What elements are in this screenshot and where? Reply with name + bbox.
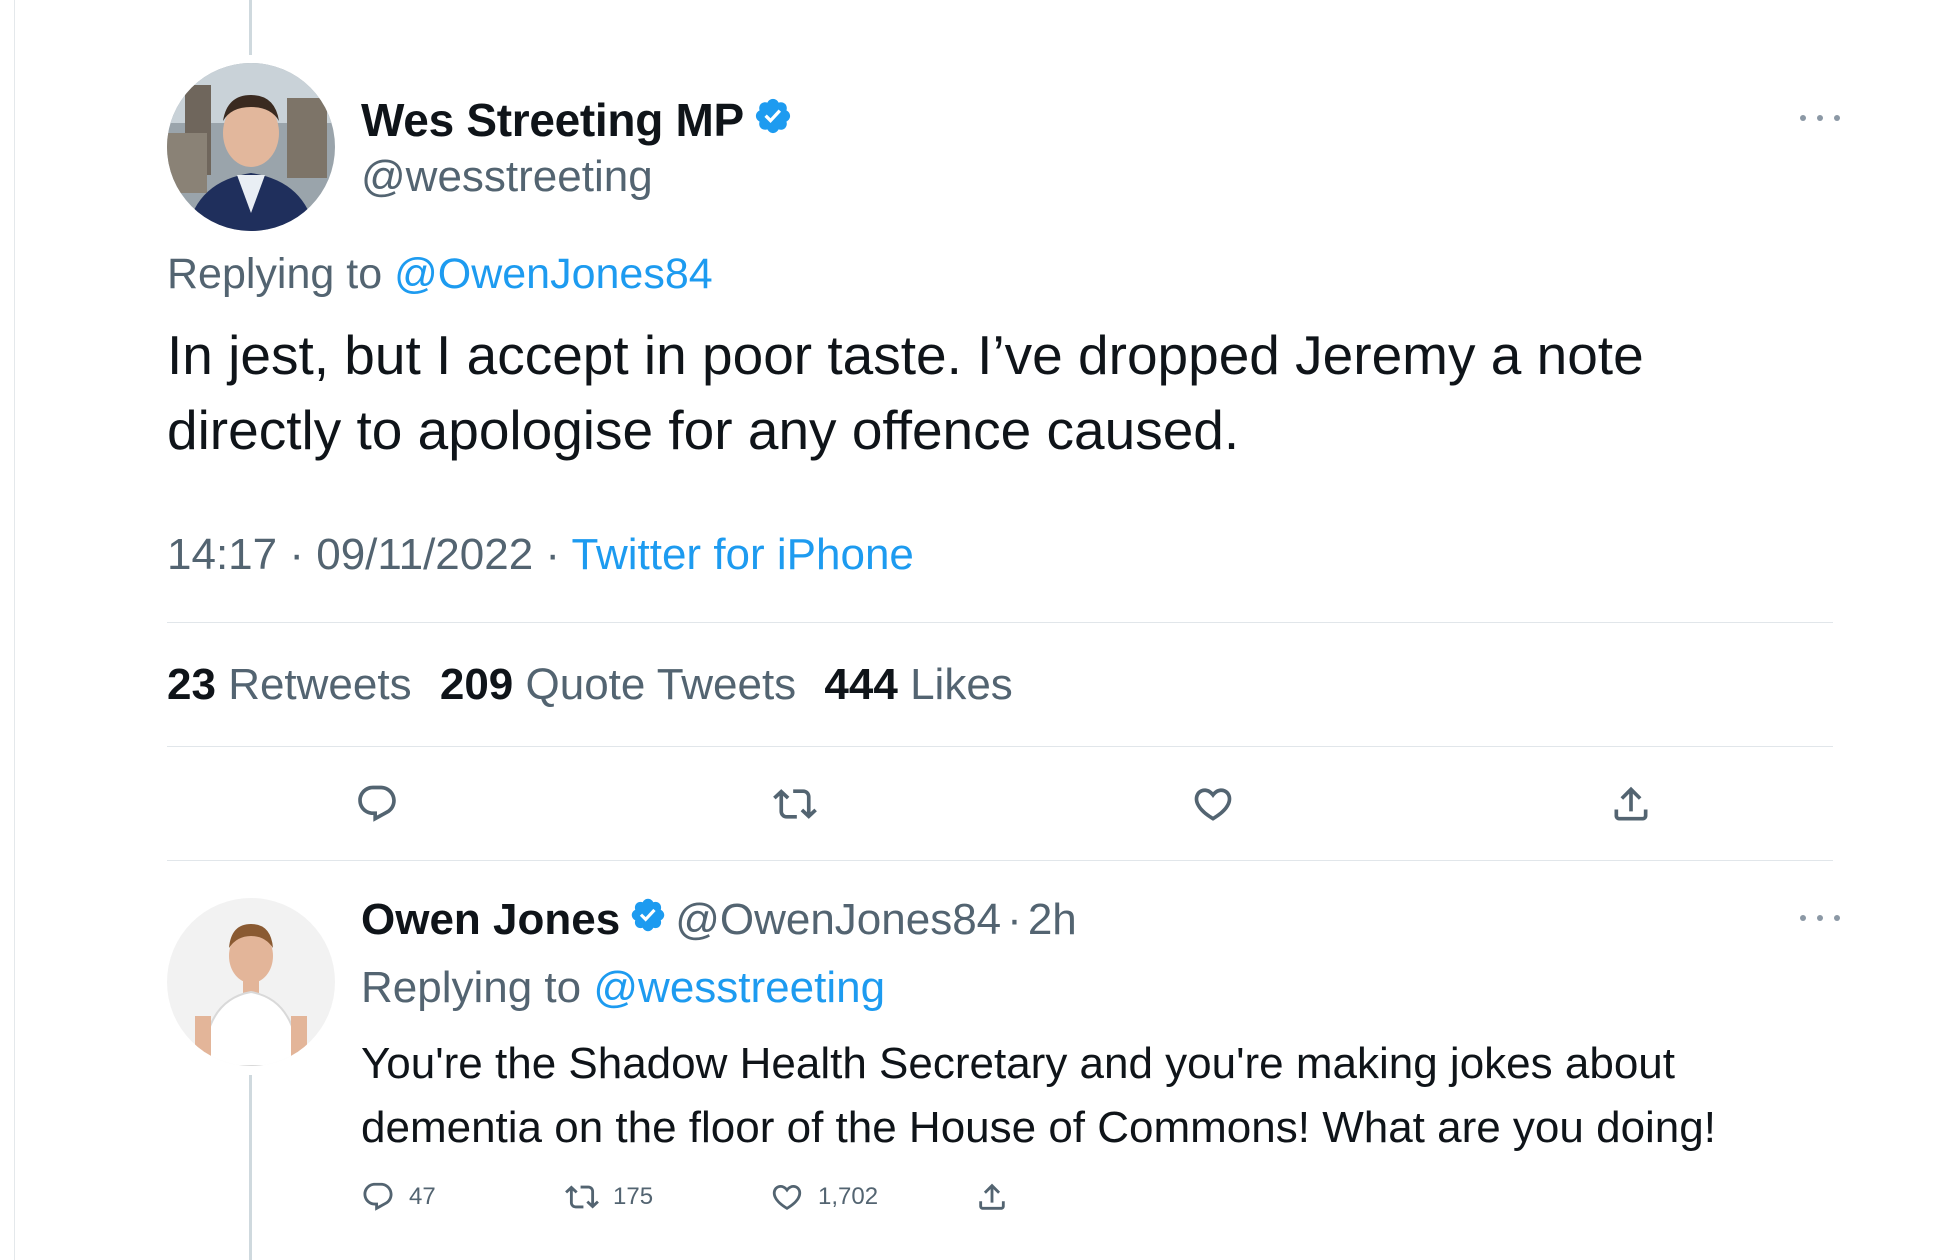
reply-author-avatar[interactable] [167, 898, 335, 1066]
heart-icon [772, 1184, 802, 1210]
reply-header: Owen Jones @OwenJones84 · 2h [361, 895, 1077, 945]
verified-badge-icon [629, 895, 667, 945]
verified-badge-icon [753, 93, 793, 147]
meta-separator: · [289, 530, 304, 579]
divider [167, 860, 1833, 861]
quote-tweets-stat[interactable]: 209 Quote Tweets [440, 660, 796, 709]
retweets-stat[interactable]: 23 Retweets [167, 660, 412, 709]
share-icon [979, 1183, 1005, 1210]
divider [167, 746, 1833, 747]
reply-icon [363, 1182, 393, 1211]
likes-stat[interactable]: 444 Likes [824, 660, 1012, 709]
author-name-row[interactable]: Wes Streeting MP [361, 93, 793, 147]
tweet-source[interactable]: Twitter for iPhone [572, 530, 914, 579]
reply-author-name[interactable]: Owen Jones [361, 895, 620, 945]
thread-connector-bottom [249, 1075, 252, 1260]
share-icon[interactable] [1609, 782, 1653, 826]
heart-icon[interactable] [1191, 782, 1235, 826]
replying-to-link[interactable]: @OwenJones84 [394, 250, 713, 298]
like-count: 1,702 [818, 1183, 879, 1210]
tweet-text: In jest, but I accept in poor taste. I’v… [167, 324, 1644, 461]
tweet-stats: 23 Retweets 209 Quote Tweets 444 Likes [167, 660, 1029, 710]
more-icon[interactable] [1800, 908, 1840, 928]
tweet-metadata: 14:17 · 09/11/2022 · Twitter for iPhone [167, 530, 914, 580]
timeline-border [14, 0, 15, 1260]
thread-connector-top [249, 0, 252, 55]
reply-icon[interactable] [355, 782, 399, 826]
retweet-count: 175 [613, 1183, 654, 1210]
replying-prefix: Replying to [361, 963, 582, 1012]
divider [167, 622, 1833, 623]
replying-to-line: Replying to @OwenJones84 [167, 250, 713, 299]
author-avatar[interactable] [167, 63, 335, 231]
tweet-time[interactable]: 14:17 [167, 530, 277, 579]
retweet-icon[interactable] [773, 782, 817, 826]
replying-to-link[interactable]: @wesstreeting [593, 963, 885, 1012]
reply-button[interactable]: 47 [361, 1180, 436, 1214]
more-icon[interactable] [1800, 108, 1840, 128]
like-button[interactable]: 1,702 [770, 1180, 878, 1214]
author-handle[interactable]: @wesstreeting [361, 152, 653, 202]
reply-timestamp[interactable]: 2h [1028, 895, 1077, 945]
reply-count: 47 [409, 1183, 436, 1210]
retweet-icon [565, 1185, 599, 1209]
share-button[interactable] [975, 1180, 1023, 1214]
reply-replying-to-line: Replying to @wesstreeting [361, 963, 885, 1013]
meta-separator: · [545, 530, 561, 579]
retweet-button[interactable]: 175 [565, 1180, 653, 1214]
reply-separator: · [1007, 895, 1022, 944]
replying-prefix: Replying to [167, 250, 383, 298]
author-name[interactable]: Wes Streeting MP [361, 93, 744, 147]
reply-text: You're the Shadow Health Secretary and y… [361, 1039, 1716, 1152]
tweet-date[interactable]: 09/11/2022 [316, 530, 533, 579]
reply-author-handle[interactable]: @OwenJones84 [675, 895, 1001, 945]
